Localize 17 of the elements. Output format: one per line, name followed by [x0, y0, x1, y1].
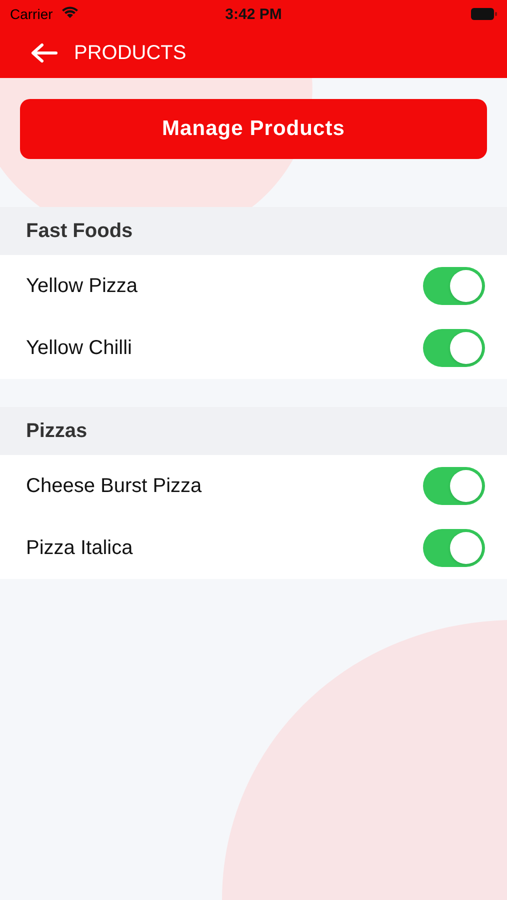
back-arrow-icon[interactable]	[30, 43, 58, 63]
product-name: Yellow Chilli	[26, 336, 132, 361]
section-header: Pizzas	[26, 419, 88, 444]
carrier-label: Carrier	[10, 4, 53, 24]
product-name: Pizza Italica	[26, 536, 133, 561]
time-label: 3:42 PM	[225, 5, 282, 25]
wifi-icon	[61, 5, 79, 19]
product-name: Cheese Burst Pizza	[26, 474, 202, 499]
manage-products-button[interactable]: Manage Products	[20, 99, 487, 159]
toggle-switch[interactable]	[423, 267, 485, 305]
section-header: Fast Foods	[26, 219, 133, 244]
page-title: PRODUCTS	[74, 41, 186, 66]
toggle-switch[interactable]	[423, 529, 485, 567]
battery-icon	[471, 8, 497, 20]
toggle-switch[interactable]	[423, 329, 485, 367]
product-name: Yellow Pizza	[26, 274, 138, 299]
toggle-switch[interactable]	[423, 467, 485, 505]
